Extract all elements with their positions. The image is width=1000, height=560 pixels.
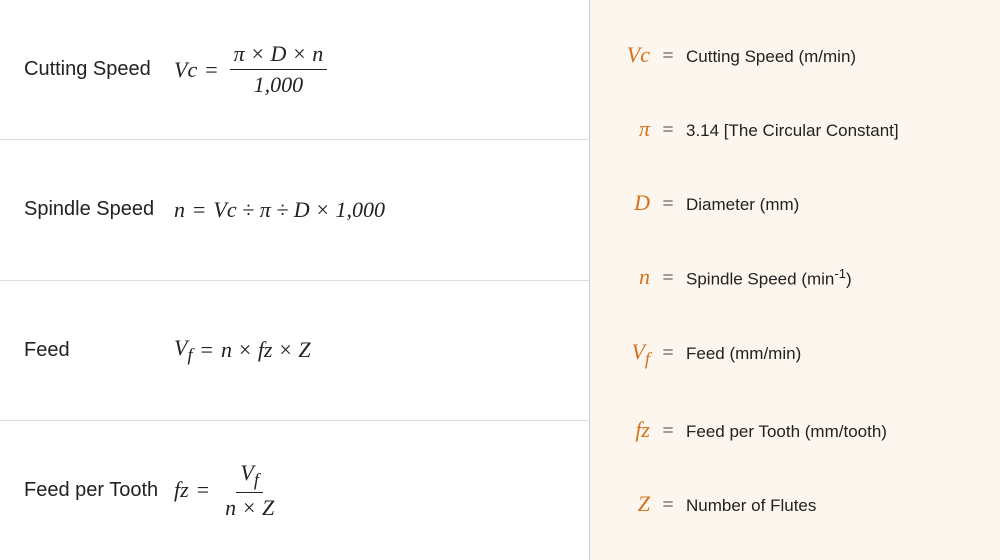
spindle-speed-formula: n = Vc ÷ π ÷ D × 1,000 [174, 197, 385, 223]
legend-n: n = Spindle Speed (min-1) [610, 262, 980, 293]
equals-3: = [201, 337, 213, 363]
legend-symbol-fz: fz [610, 415, 650, 446]
legend-symbol-z: Z [610, 489, 650, 520]
feed-per-tooth-denominator: n × Z [221, 493, 278, 521]
left-panel: Cutting Speed Vc = π × D × n 1,000 Spind… [0, 0, 590, 560]
cutting-speed-fraction: π × D × n 1,000 [230, 41, 328, 98]
legend-vc: Vc = Cutting Speed (m/min) [610, 40, 980, 71]
legend-d: D = Diameter (mm) [610, 188, 980, 219]
legend-pi: π = 3.14 [The Circular Constant] [610, 114, 980, 145]
legend-eq-pi: = [650, 116, 686, 144]
fz-var: fz [174, 477, 189, 503]
spindle-speed-expr: Vc ÷ π ÷ D × 1,000 [213, 197, 385, 223]
equals-1: = [205, 57, 217, 83]
n-var: n [174, 197, 185, 223]
legend-desc-fz: Feed per Tooth (mm/tooth) [686, 420, 980, 444]
legend-desc-n: Spindle Speed (min-1) [686, 265, 980, 291]
legend-desc-pi: 3.14 [The Circular Constant] [686, 119, 980, 143]
vf-var: Vf [174, 335, 193, 365]
feed-per-tooth-numerator: Vf [236, 460, 263, 493]
feed-row: Feed Vf = n × fz × Z [0, 281, 589, 421]
feed-per-tooth-formula: fz = Vf n × Z [174, 460, 282, 521]
spindle-speed-row: Spindle Speed n = Vc ÷ π ÷ D × 1,000 [0, 140, 589, 280]
legend-desc-z: Number of Flutes [686, 494, 980, 518]
right-panel: Vc = Cutting Speed (m/min) π = 3.14 [The… [590, 0, 1000, 560]
legend-fz: fz = Feed per Tooth (mm/tooth) [610, 415, 980, 446]
equals-4: = [197, 477, 209, 503]
feed-per-tooth-fraction: Vf n × Z [221, 460, 278, 521]
feed-per-tooth-label: Feed per Tooth [24, 479, 174, 502]
cutting-speed-label: Cutting Speed [24, 58, 174, 81]
cutting-speed-formula: Vc = π × D × n 1,000 [174, 41, 331, 98]
feed-formula: Vf = n × fz × Z [174, 335, 311, 365]
feed-expr: n × fz × Z [221, 337, 311, 363]
legend-eq-fz: = [650, 417, 686, 445]
legend-symbol-d: D [610, 188, 650, 219]
vc-var: Vc [174, 57, 197, 83]
legend-z: Z = Number of Flutes [610, 489, 980, 520]
legend-desc-d: Diameter (mm) [686, 193, 980, 217]
legend-eq-vc: = [650, 42, 686, 70]
cutting-speed-numerator: π × D × n [230, 41, 328, 70]
spindle-speed-label: Spindle Speed [24, 198, 174, 221]
cutting-speed-row: Cutting Speed Vc = π × D × n 1,000 [0, 0, 589, 140]
feed-per-tooth-row: Feed per Tooth fz = Vf n × Z [0, 421, 589, 560]
legend-vf: Vf = Feed (mm/min) [610, 337, 980, 372]
legend-symbol-n: n [610, 262, 650, 293]
feed-label: Feed [24, 339, 174, 362]
legend-eq-z: = [650, 491, 686, 519]
legend-symbol-vf: Vf [610, 337, 650, 372]
cutting-speed-denominator: 1,000 [250, 70, 308, 98]
legend-desc-vf: Feed (mm/min) [686, 342, 980, 366]
legend-symbol-pi: π [610, 114, 650, 145]
legend-symbol-vc: Vc [610, 40, 650, 71]
equals-2: = [193, 197, 205, 223]
legend-desc-vc: Cutting Speed (m/min) [686, 45, 980, 69]
legend-eq-d: = [650, 190, 686, 218]
legend-eq-vf: = [650, 339, 686, 367]
legend-eq-n: = [650, 264, 686, 292]
